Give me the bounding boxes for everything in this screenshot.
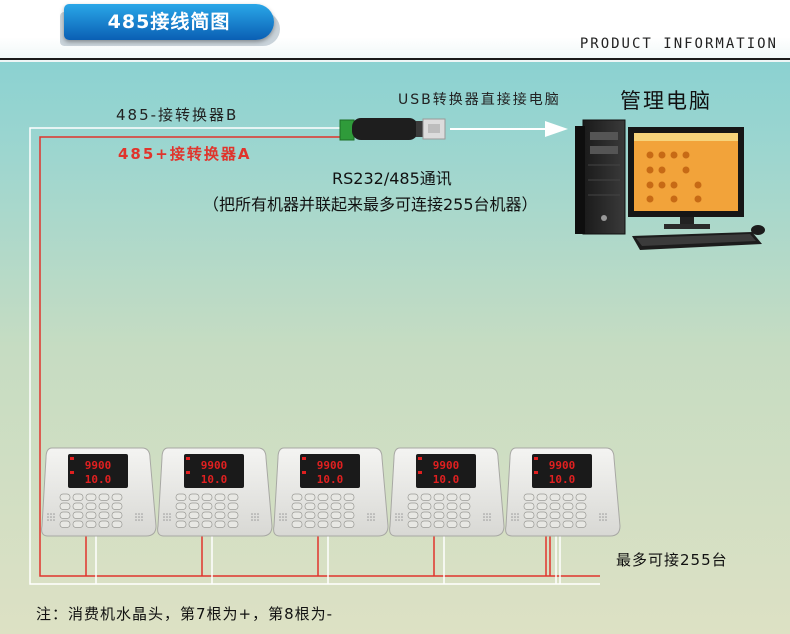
payment-terminal: 990010.0 [389,447,505,537]
display-bottom-value: 10.0 [433,473,460,486]
display-top-value: 9900 [317,459,344,472]
payment-terminal: 990010.0 [273,447,389,537]
pc-label: 管理电脑 [620,89,712,113]
wire-a-label: 485+接转换器A [118,145,252,163]
mouse-icon [751,225,765,235]
display-bottom-value: 10.0 [317,473,344,486]
display-bottom-value: 10.0 [549,473,576,486]
payment-terminal: 990010.0 [157,447,273,537]
payment-terminal: 990010.0 [505,447,621,537]
max-devices-label: 最多可接255台 [616,551,728,569]
payment-terminal: 990010.0 [41,447,157,537]
display-top-value: 9900 [85,459,112,472]
diagram-canvas: 485接线简图 PRODUCT INFORMATION 9900 10.0 99… [0,0,790,634]
keyboard-icon [632,232,762,250]
display-top-value: 9900 [549,459,576,472]
display-bottom-value: 10.0 [201,473,228,486]
terminal-group: 990010.0990010.0990010.0990010.0990010.0 [41,447,621,537]
usb-converter-icon [339,118,446,141]
comm-label: RS232/485通讯 [332,169,452,188]
display-top-value: 9900 [201,459,228,472]
terminal-drop-wires [85,536,561,584]
monitor-icon [628,127,744,229]
arrow-to-pc-icon [450,121,568,137]
pc-tower-icon [575,119,626,235]
display-top-value: 9900 [433,459,460,472]
wire-b-label: 485-接转换器B [116,106,239,124]
display-bottom-value: 10.0 [85,473,112,486]
usb-converter-label: USB转换器直接接电脑 [398,92,561,108]
comm-note: （把所有机器并联起来最多可连接255台机器） [203,195,538,214]
footnote: 注：消费机水晶头，第7根为+，第8根为- [36,605,334,623]
